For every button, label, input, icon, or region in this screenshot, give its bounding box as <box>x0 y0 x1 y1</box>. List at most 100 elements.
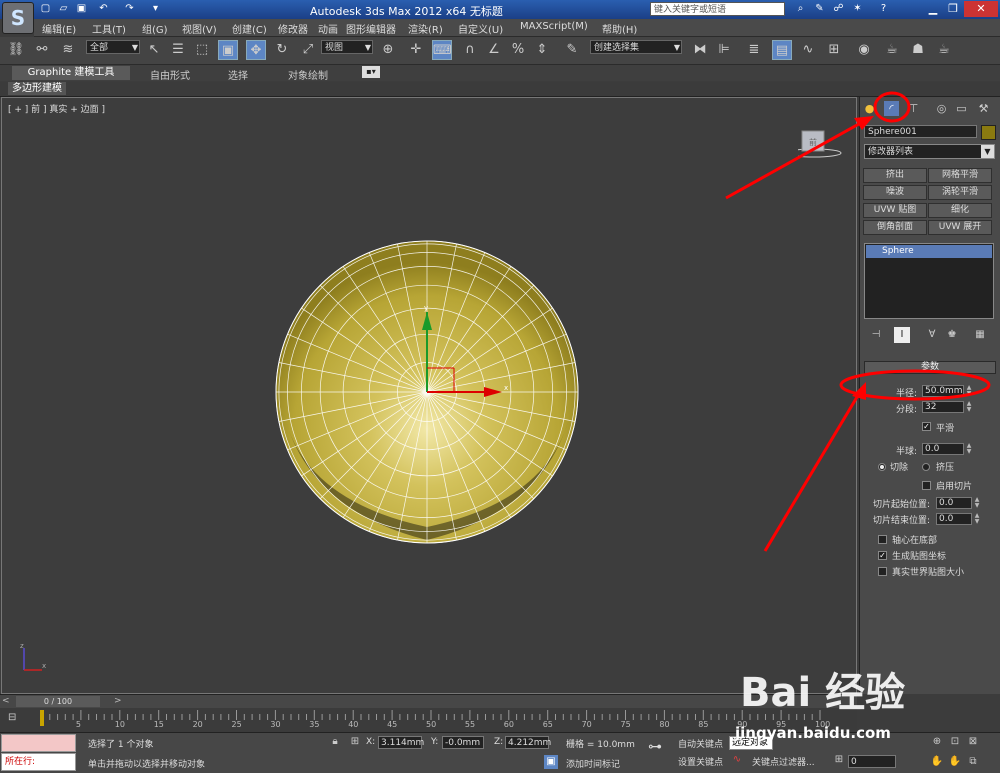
time-tag-icon[interactable]: ▣ <box>544 755 558 769</box>
menu-maxscript[interactable]: MAXScript(M) <box>520 21 588 32</box>
percent-snap-icon[interactable]: % <box>508 40 528 60</box>
help-button[interactable]: ? <box>876 2 891 16</box>
edit-named-selection-icon[interactable]: ✎ <box>562 40 582 60</box>
maximize-viewport-icon[interactable]: ⧉ <box>966 755 980 769</box>
snap-toggle-icon[interactable]: ∩ <box>460 40 480 60</box>
base-to-pivot-checkbox[interactable] <box>878 535 887 544</box>
binoculars-icon[interactable]: ⌕ <box>793 2 808 16</box>
slice-on-checkbox[interactable] <box>922 481 931 490</box>
tab-freeform[interactable]: 自由形式 <box>150 67 190 82</box>
maxscript-listener[interactable] <box>1 734 76 752</box>
select-rotate-icon[interactable]: ↻ <box>272 40 292 60</box>
time-slider-thumb[interactable]: 0 / 100 <box>16 696 100 707</box>
select-by-name-icon[interactable]: ☰ <box>168 40 188 60</box>
save-file-icon[interactable]: ▣ <box>74 2 89 16</box>
menu-create[interactable]: 创建(C) <box>232 21 267 36</box>
menu-graph-editors[interactable]: 图形编辑器 <box>346 21 396 36</box>
utilities-tab-icon[interactable]: ⚒ <box>976 101 991 116</box>
render-setup-icon[interactable]: ☕ <box>882 40 902 60</box>
layer-manager-icon[interactable]: ≣ <box>744 40 764 60</box>
select-manipulate-icon[interactable]: ✛ <box>406 40 426 60</box>
polygon-modeling-label[interactable]: 多边形建模 <box>8 82 66 95</box>
new-file-icon[interactable]: ▢ <box>38 2 53 16</box>
unlink-icon[interactable]: ⚯ <box>32 40 52 60</box>
minimize-button[interactable]: ▁ <box>924 1 942 17</box>
mirror-icon[interactable]: ⧓ <box>690 40 710 60</box>
search-input[interactable]: 键入关键字或短语 <box>650 2 785 16</box>
modifier-uvw-map-button[interactable]: UVW 贴图 <box>863 203 927 218</box>
zoom-extents-icon[interactable]: ⊡ <box>948 735 962 749</box>
motion-tab-icon[interactable]: ◎ <box>934 101 949 116</box>
menu-help[interactable]: 帮助(H) <box>602 21 637 36</box>
set-key-button[interactable]: 设置关键点 <box>678 755 723 768</box>
configure-sets-icon[interactable]: ▦ <box>972 327 988 343</box>
reference-coord-dropdown[interactable]: 视图 ▼ <box>321 40 373 54</box>
subscription-icon[interactable]: ✎ <box>812 2 827 16</box>
align-icon[interactable]: ⊫ <box>714 40 734 60</box>
select-scale-icon[interactable]: ⤢ <box>298 40 318 60</box>
radius-spinner[interactable]: 50.0mm <box>922 385 964 397</box>
key-filters-icon[interactable]: ∿ <box>730 753 744 767</box>
next-frame-icon[interactable]: > <box>114 696 122 706</box>
time-slider[interactable]: < 0 / 100 > <box>0 694 857 709</box>
slice-to-spinner[interactable]: 0.0 <box>936 513 972 525</box>
viewcube-icon[interactable]: 前 <box>798 128 842 160</box>
tab-selection[interactable]: 选择 <box>228 67 248 82</box>
object-color-swatch[interactable] <box>981 125 996 140</box>
menu-rendering[interactable]: 渲染(R) <box>408 21 443 36</box>
menu-edit[interactable]: 编辑(E) <box>42 21 76 36</box>
graphite-toggle-icon[interactable]: ▤ <box>772 40 792 60</box>
viewport-label[interactable]: [ + ] 前 ] 真实 + 边面 ] <box>8 102 105 115</box>
select-move-icon[interactable]: ✥ <box>246 40 266 60</box>
app-logo-icon[interactable]: S <box>2 2 34 34</box>
redo-icon[interactable]: ↷ <box>122 2 137 16</box>
y-coord-field[interactable]: -0.0mm <box>442 736 484 749</box>
key-icon[interactable]: ⊶ <box>648 739 662 755</box>
menu-views[interactable]: 视图(V) <box>182 21 217 36</box>
track-bar[interactable]: ⊟ 5 10 15 20 25 30 35 40 45 50 55 60 65 70 75 80 85 90 95 1… <box>0 708 857 732</box>
material-editor-icon[interactable]: ◉ <box>854 40 874 60</box>
spinner-arrows-icon[interactable]: ▲ ▼ <box>965 401 973 413</box>
x-coord-field[interactable]: 3.114mm <box>378 736 424 749</box>
running-line-field[interactable]: 所在行: <box>1 753 76 771</box>
segments-spinner[interactable]: 32 <box>922 401 964 413</box>
stack-item-sphere[interactable]: Sphere <box>866 245 992 258</box>
selection-filter-dropdown[interactable]: 全部 ▼ <box>86 40 140 54</box>
open-file-icon[interactable]: ▱ <box>56 2 71 16</box>
modify-tab-icon[interactable]: ◜ <box>884 101 899 116</box>
absolute-mode-icon[interactable]: ⊞ <box>348 735 362 749</box>
parameters-rollout-header[interactable]: 参数 <box>864 361 996 374</box>
rendered-frame-icon[interactable]: ☗ <box>908 40 928 60</box>
display-tab-icon[interactable]: ▭ <box>954 101 969 116</box>
add-time-tag-text[interactable]: 添加时间标记 <box>566 757 620 770</box>
rect-selection-icon[interactable]: ⬚ <box>192 40 212 60</box>
communication-icon[interactable]: ☍ <box>831 2 846 16</box>
tab-object-paint[interactable]: 对象绘制 <box>288 67 328 82</box>
spinner-arrows-icon[interactable]: ▲ ▼ <box>965 443 973 455</box>
schematic-view-icon[interactable]: ⊞ <box>824 40 844 60</box>
chop-radio[interactable] <box>878 463 886 471</box>
window-crossing-icon[interactable]: ▣ <box>218 40 238 60</box>
prev-frame-icon[interactable]: < <box>2 696 10 706</box>
create-tab-icon[interactable]: ● <box>862 101 877 116</box>
modifier-noise-button[interactable]: 噪波 <box>863 185 927 200</box>
smooth-checkbox[interactable]: ✓ <box>922 422 931 431</box>
close-button[interactable]: ✕ <box>964 1 998 17</box>
spinner-arrows-icon[interactable]: ▲ ▼ <box>973 513 981 525</box>
ribbon-options-icon[interactable]: ▪▾ <box>362 66 380 78</box>
menu-group[interactable]: 组(G) <box>142 21 168 36</box>
spinner-snap-icon[interactable]: ⇕ <box>532 40 552 60</box>
quick-access-dropdown-icon[interactable]: ▾ <box>148 2 163 16</box>
bind-space-warp-icon[interactable]: ≋ <box>58 40 78 60</box>
modifier-unwrap-uvw-button[interactable]: UVW 展开 <box>928 220 992 235</box>
modifier-bevel-profile-button[interactable]: 倒角剖面 <box>863 220 927 235</box>
sphere-object[interactable]: y x <box>274 142 580 546</box>
modifier-tessellate-button[interactable]: 细化 <box>928 203 992 218</box>
squash-radio[interactable] <box>922 463 930 471</box>
current-frame-field[interactable]: 0 <box>848 755 896 768</box>
keyboard-shortcut-icon[interactable]: ⌨ <box>432 40 452 60</box>
slice-from-spinner[interactable]: 0.0 <box>936 497 972 509</box>
undo-icon[interactable]: ↶ <box>96 2 111 16</box>
modifier-extrude-button[interactable]: 挤出 <box>863 168 927 183</box>
menu-tools[interactable]: 工具(T) <box>92 21 126 36</box>
